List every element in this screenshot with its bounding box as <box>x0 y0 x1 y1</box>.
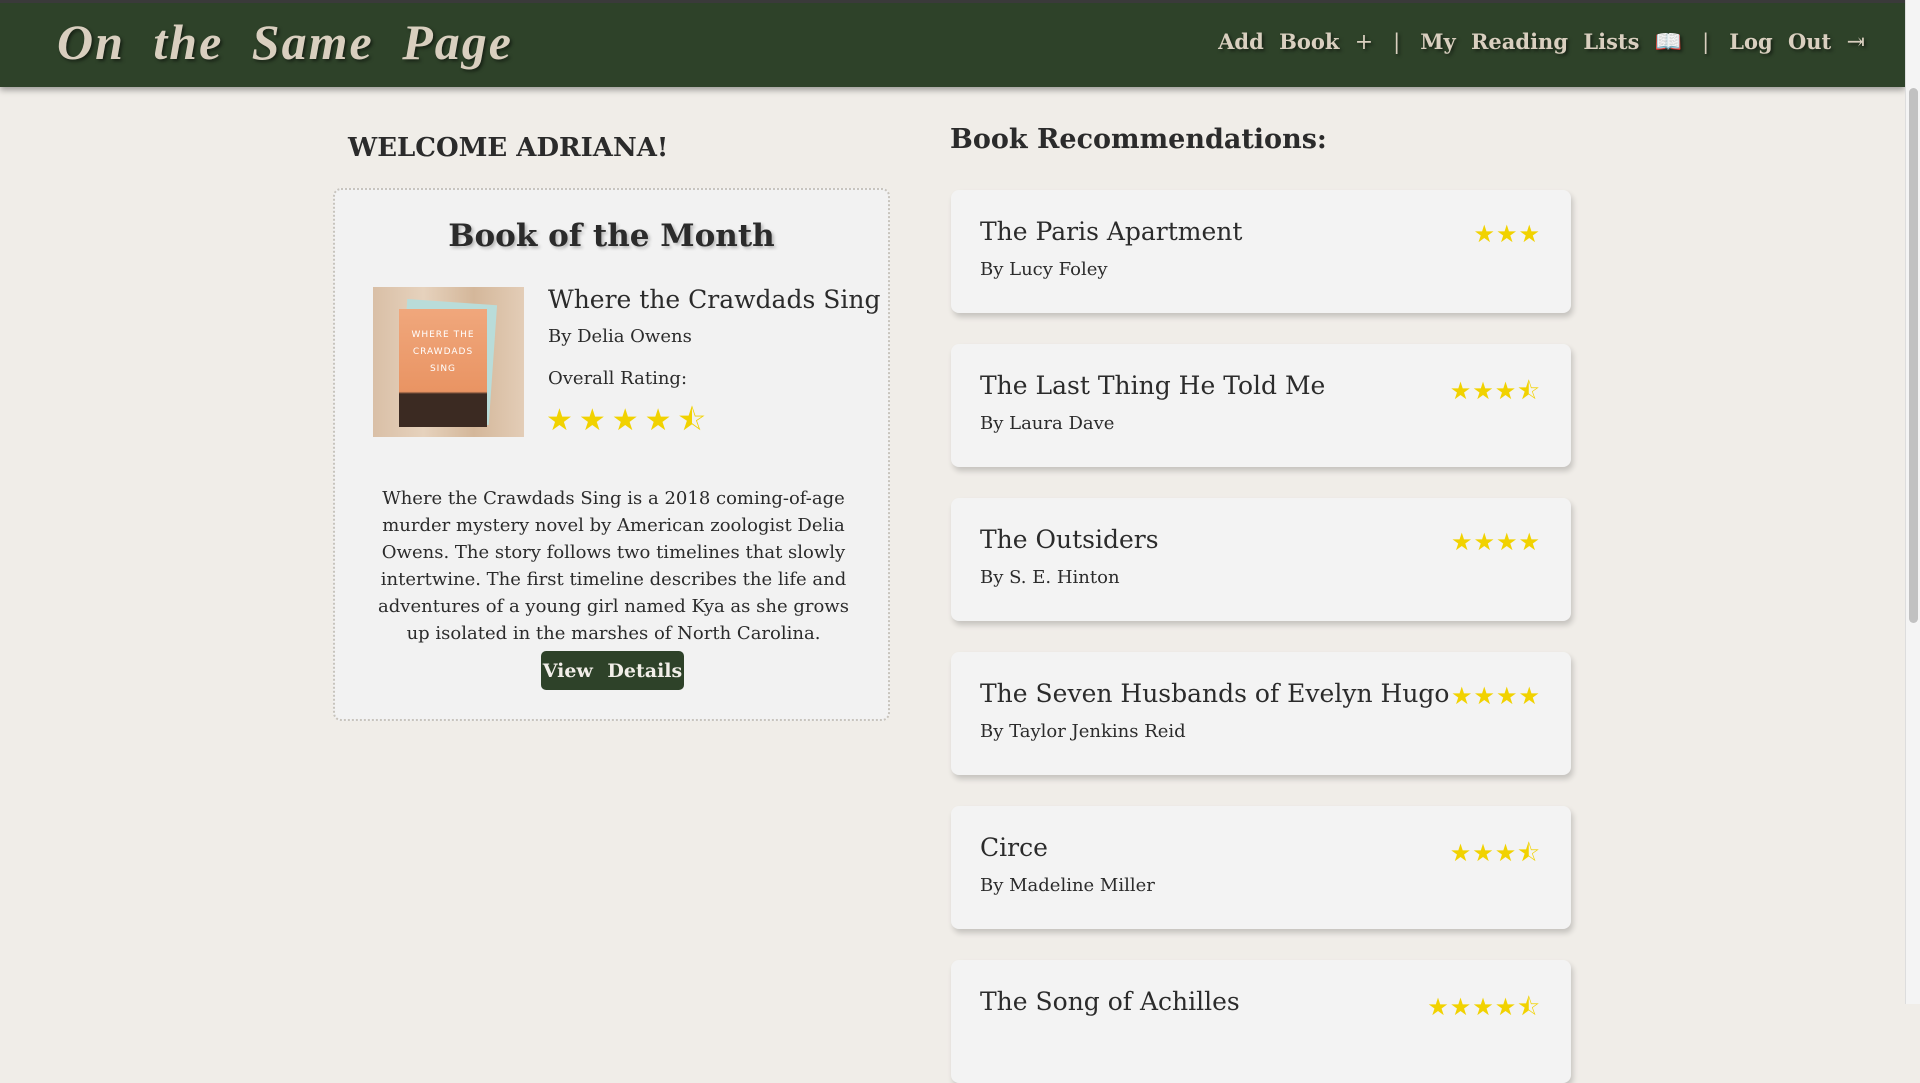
recommendation-card[interactable]: The Paris Apartment By Lucy Foley ★★★ <box>951 190 1571 313</box>
scrollbar[interactable] <box>1905 0 1920 1004</box>
cover-text: WHERE THE CRAWDADS SING <box>399 309 487 427</box>
welcome-heading: WELCOME ADRIANA! <box>348 133 669 163</box>
scrollbar-thumb[interactable] <box>1909 88 1918 623</box>
recommendation-author: By Laura Dave <box>980 413 1115 434</box>
nav-separator: | <box>1702 30 1710 54</box>
recommendation-card[interactable]: The Song of Achilles ★★★★⯪ <box>951 960 1571 1083</box>
book-of-the-month-heading: Book of the Month <box>448 218 775 254</box>
star-rating: ★★★⯪ <box>1449 839 1541 867</box>
book-title: Where the Crawdads Sing <box>548 285 881 314</box>
recommendation-title: The Last Thing He Told Me <box>980 371 1326 400</box>
recommendation-card[interactable]: The Outsiders By S. E. Hinton ★★★★ <box>951 498 1571 621</box>
recommendation-author: By Lucy Foley <box>980 259 1108 280</box>
recommendation-title: The Paris Apartment <box>980 217 1243 246</box>
reading-lists-label: My Reading Lists <box>1420 29 1640 54</box>
star-rating: ★★★★⯪ <box>1427 993 1541 1021</box>
add-book-link[interactable]: Add Book + <box>1218 29 1373 55</box>
recommendation-card[interactable]: The Last Thing He Told Me By Laura Dave ★★… <box>951 344 1571 467</box>
nav-separator: | <box>1393 30 1401 54</box>
plus-icon: + <box>1354 30 1374 55</box>
log-out-link[interactable]: Log Out ⇥ <box>1729 29 1865 55</box>
open-book-icon: 📖 <box>1654 30 1683 55</box>
view-details-button[interactable]: View Details <box>541 651 684 690</box>
star-rating: ★★★★ <box>1450 682 1541 710</box>
recommendation-author: By S. E. Hinton <box>980 567 1120 588</box>
recommendation-title: Circe <box>980 833 1048 862</box>
star-rating: ★★★⯪ <box>1449 377 1541 405</box>
log-out-label: Log Out <box>1729 29 1832 54</box>
recommendation-author: By Taylor Jenkins Reid <box>980 721 1186 742</box>
star-rating: ★★★★⯪ <box>546 403 712 438</box>
recommendation-title: The Song of Achilles <box>980 987 1240 1016</box>
book-cover-image: WHERE THE CRAWDADS SING <box>373 287 524 437</box>
top-nav-bar: On the Same Page Add Book + | My Reading… <box>0 0 1905 87</box>
recommendation-title: The Outsiders <box>980 525 1159 554</box>
recommendation-card[interactable]: The Seven Husbands of Evelyn Hugo By Tayl… <box>951 652 1571 775</box>
reading-lists-link[interactable]: My Reading Lists 📖 <box>1420 29 1682 55</box>
star-rating: ★★★★ <box>1450 528 1541 556</box>
book-of-the-month-card: Book of the Month WHERE THE CRAWDADS SIN… <box>333 188 890 721</box>
recommendation-author: By Madeline Miller <box>980 875 1155 896</box>
book-author: By Delia Owens <box>548 326 692 347</box>
book-description: Where the Crawdads Sing is a 2018 coming… <box>378 488 849 644</box>
nav-links: Add Book + | My Reading Lists 📖 | Log Ou… <box>1218 29 1865 55</box>
add-book-label: Add Book <box>1218 29 1340 54</box>
star-rating: ★★★ <box>1473 220 1541 248</box>
recommendation-title: The Seven Husbands of Evelyn Hugo <box>980 679 1450 708</box>
recommendations-heading: Book Recommendations: <box>950 124 1327 155</box>
logout-icon: ⇥ <box>1846 30 1865 55</box>
site-logo[interactable]: On the Same Page <box>57 13 513 71</box>
recommendation-card[interactable]: Circe By Madeline Miller ★★★⯪ <box>951 806 1571 929</box>
rating-label: Overall Rating: <box>548 368 688 389</box>
